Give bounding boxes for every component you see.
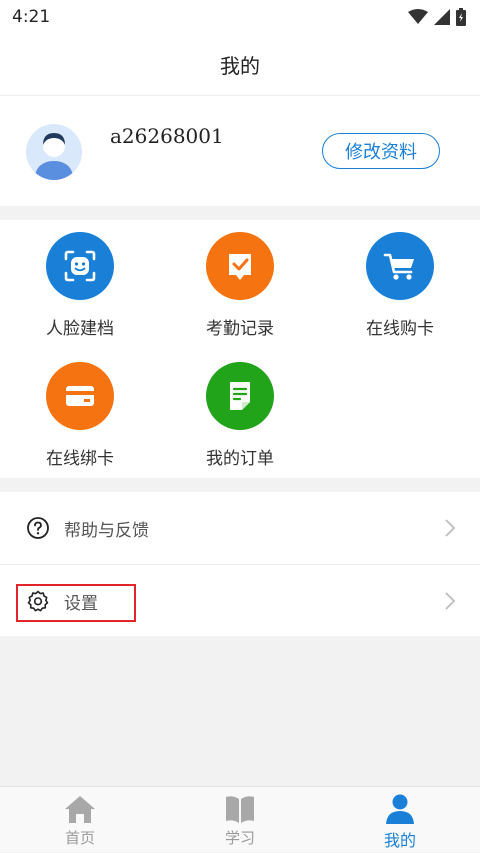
grid-item-face[interactable]: 人脸建档	[0, 220, 160, 340]
tab-bar: 首页 学习 我的	[0, 786, 480, 852]
tab-label: 首页	[64, 829, 95, 847]
grid-item-buy-card[interactable]: 在线购卡	[320, 220, 480, 340]
chevron-right-icon	[445, 519, 456, 537]
username: a26268001	[110, 124, 224, 148]
cart-icon	[366, 232, 434, 300]
tab-label: 我的	[383, 831, 416, 850]
avatar-icon[interactable]	[26, 124, 82, 180]
edit-profile-button[interactable]: 修改资料	[322, 133, 440, 169]
order-icon	[206, 362, 274, 430]
status-bar: 4:21	[0, 0, 480, 34]
book-icon	[226, 796, 254, 823]
grid-item-bind-card[interactable]: 在线绑卡	[0, 350, 160, 470]
profile-section: a26268001 修改资料	[0, 96, 480, 206]
feature-grid: 人脸建档 考勤记录 在线购卡 在线绑卡 我的订单	[0, 220, 480, 478]
chevron-right-icon	[445, 592, 456, 610]
help-icon	[27, 517, 49, 539]
highlight-box	[16, 584, 136, 622]
grid-label: 人脸建档	[46, 319, 114, 339]
list-item-label: 帮助与反馈	[64, 520, 149, 541]
attendance-icon	[206, 232, 274, 300]
signal-icon	[434, 9, 450, 25]
tab-home[interactable]: 首页	[0, 787, 160, 853]
battery-icon	[456, 8, 466, 26]
status-icons	[408, 8, 466, 26]
grid-label: 考勤记录	[206, 319, 274, 339]
tab-study[interactable]: 学习	[160, 787, 320, 853]
grid-label: 在线购卡	[366, 319, 434, 339]
wifi-icon	[408, 9, 428, 24]
user-icon	[386, 794, 414, 824]
grid-item-attendance[interactable]: 考勤记录	[160, 220, 320, 340]
grid-item-orders[interactable]: 我的订单	[160, 350, 320, 470]
tab-label: 学习	[224, 829, 255, 847]
title-bar: 我的	[0, 34, 480, 96]
face-scan-icon	[46, 232, 114, 300]
status-time: 4:21	[12, 7, 51, 27]
home-icon	[65, 796, 95, 823]
page-title: 我的	[220, 54, 260, 78]
list-item-help[interactable]: 帮助与反馈	[0, 492, 480, 564]
grid-label: 我的订单	[206, 449, 274, 469]
tab-mine[interactable]: 我的	[320, 787, 480, 853]
card-icon	[46, 362, 114, 430]
grid-label: 在线绑卡	[46, 449, 114, 469]
